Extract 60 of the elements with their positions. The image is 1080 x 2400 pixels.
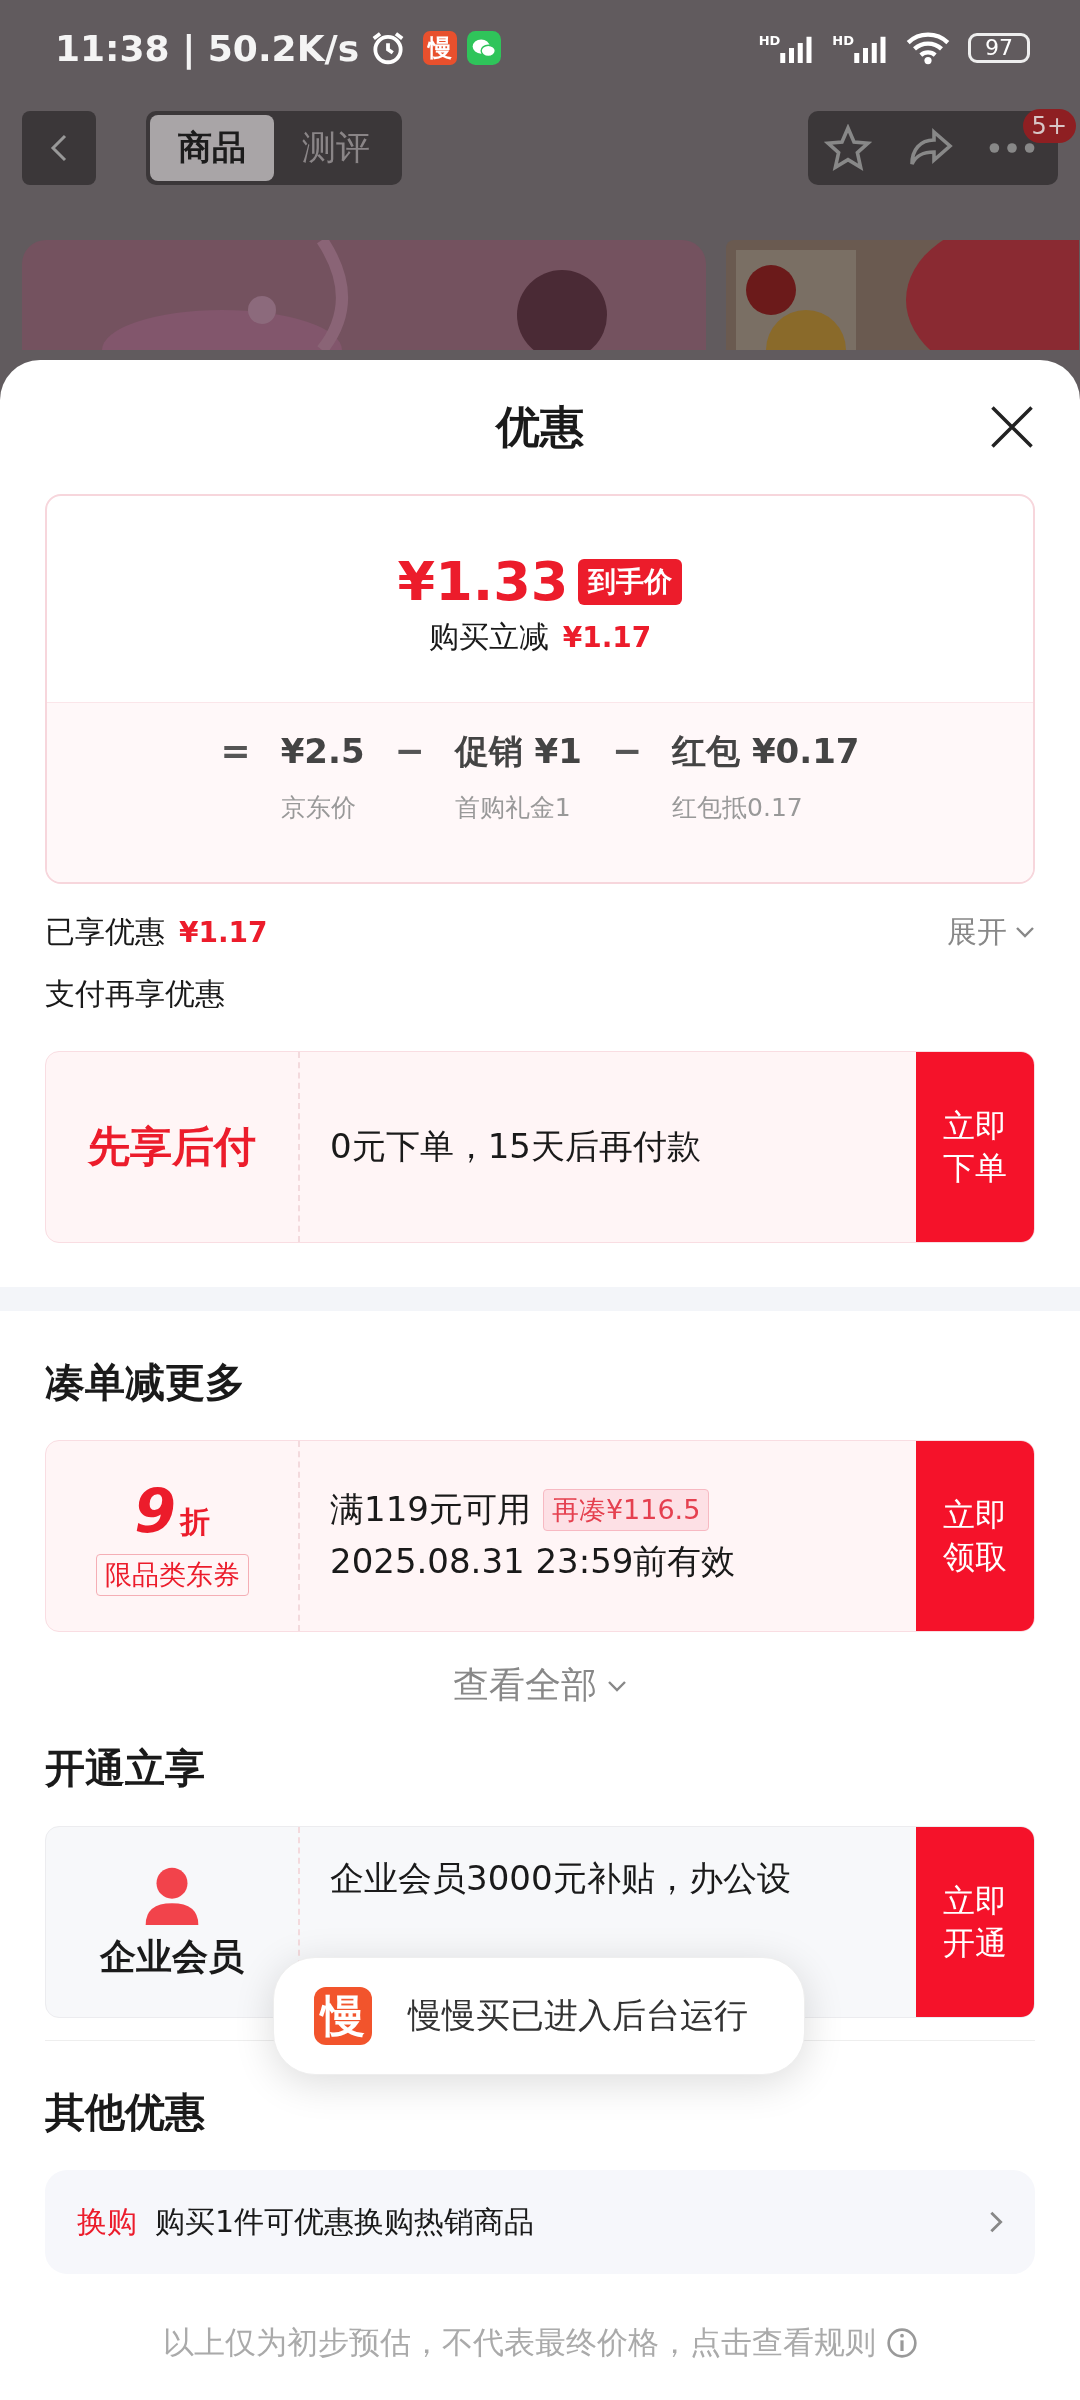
saving-label: 购买立减: [428, 618, 549, 656]
network-label: HD: [758, 33, 781, 48]
info-icon[interactable]: [885, 2327, 918, 2359]
membership-name: 企业会员: [100, 1934, 244, 1979]
claim-button[interactable]: 立即领取: [916, 1441, 1034, 1631]
see-all-button[interactable]: 查看全部: [447, 1660, 633, 1711]
app-icon: 慢: [423, 31, 458, 65]
disclaimer-text[interactable]: 以上仅为初步预估，不代表最终价格，点击查看规则: [162, 2322, 876, 2364]
enjoyed-amount: ¥1.17: [179, 915, 268, 949]
offer-text: 0元下单，15天后再付款: [330, 1125, 701, 1168]
term-note: 首购礼金1: [454, 792, 572, 824]
operator: −: [611, 729, 643, 773]
term-note: 红包抵0.17: [672, 792, 804, 824]
battery-icon: 97: [968, 33, 1030, 63]
saving-amount: ¥1.17: [562, 621, 652, 654]
order-button[interactable]: 立即下单: [916, 1052, 1034, 1242]
section-title: 开通立享: [45, 1744, 206, 1793]
price-term: 红包 ¥0.17: [672, 730, 860, 773]
tab[interactable]: 商品: [150, 115, 274, 181]
toast-message: 慢慢买已进入后台运行: [408, 1994, 748, 2037]
price-term: 促销 ¥1: [454, 730, 582, 773]
section-title: 凑单减更多: [45, 1358, 246, 1407]
coupon-condition: 满119元可用: [330, 1488, 531, 1531]
term-note: 京东价: [280, 792, 357, 824]
back-button[interactable]: [22, 111, 96, 185]
chevron-down-icon: [1015, 926, 1035, 938]
price-tag: 到手价: [578, 558, 683, 605]
exchange-tag: 换购: [77, 2201, 137, 2243]
activate-button[interactable]: 立即开通: [916, 1827, 1034, 2017]
gap-tag: 再凑¥116.5: [542, 1489, 710, 1531]
chat-icon: [467, 31, 502, 65]
enjoyed-label: 已享优惠: [45, 912, 165, 951]
more-icon[interactable]: [988, 140, 1036, 156]
coupon-validity: 2025.08.31 23:59前有效: [330, 1540, 736, 1583]
operator: =: [220, 729, 251, 773]
offer-name: 先享后付: [88, 1121, 256, 1173]
network-label: HD: [832, 33, 854, 48]
tab[interactable]: 测评: [274, 115, 398, 181]
section-title: 支付再享优惠: [45, 975, 226, 1013]
close-icon[interactable]: [989, 404, 1035, 450]
chevron-right-icon: [989, 2210, 1003, 2234]
expand-button[interactable]: 展开: [947, 911, 1035, 953]
star-icon[interactable]: [824, 124, 872, 172]
exchange-row[interactable]: 换购 购买1件可优惠换购热销商品: [45, 2170, 1035, 2274]
notification-badge: 5+: [1022, 109, 1076, 143]
wifi-icon: [906, 30, 950, 66]
operator: −: [394, 729, 425, 773]
chevron-down-icon: [607, 1679, 627, 1692]
coupon-scope-tag: 限品类东券: [95, 1554, 249, 1596]
discount-value: 9: [134, 1476, 176, 1546]
status-time: 11:38 | 50.2K/s: [55, 27, 360, 69]
exchange-text: 购买1件可优惠换购热销商品: [155, 2202, 535, 2241]
app-icon: 慢: [314, 1987, 372, 2045]
back-icon: [49, 133, 69, 163]
membership-text: 企业会员3000元补贴，办公设: [330, 1857, 791, 1900]
sheet-title: 优惠: [496, 399, 584, 454]
section-title: 其他优惠: [45, 2088, 206, 2137]
discount-unit: 折: [179, 1504, 210, 1539]
final-price: ¥1.33: [397, 550, 569, 613]
price-term: ¥2.5: [280, 730, 365, 773]
